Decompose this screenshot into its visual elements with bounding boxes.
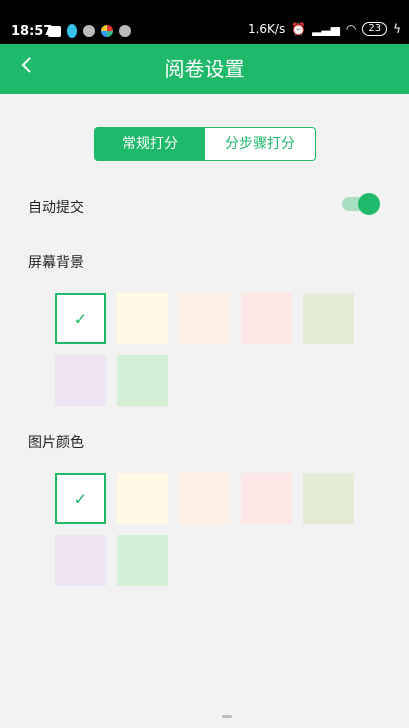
screen-bg-swatch-5[interactable] bbox=[303, 293, 354, 344]
screen-bg-swatch-1[interactable]: ✓ bbox=[55, 293, 106, 344]
screen-bg-swatch-7[interactable] bbox=[117, 355, 168, 406]
image-color-swatch-5[interactable] bbox=[303, 473, 354, 524]
battery-level: 23 bbox=[362, 22, 388, 36]
tab-regular-scoring[interactable]: 常规打分 bbox=[95, 128, 205, 160]
notification-icons bbox=[48, 24, 131, 38]
screen-bg-swatch-3[interactable] bbox=[179, 293, 230, 344]
app-drop-icon bbox=[67, 24, 77, 38]
message-icon bbox=[48, 25, 61, 37]
status-bar: 18:57 1.6K/s ⏰ ▂▃▅ ◠ 23 ϟ bbox=[0, 0, 409, 44]
image-color-swatch-3[interactable] bbox=[179, 473, 230, 524]
tab-step-scoring[interactable]: 分步骤打分 bbox=[205, 128, 315, 160]
screen-bg-label: 屏幕背景 bbox=[28, 255, 84, 271]
image-color-swatch-1[interactable]: ✓ bbox=[55, 473, 106, 524]
screen-bg-swatch-6[interactable] bbox=[55, 355, 106, 406]
app-circle-icon bbox=[83, 25, 95, 37]
status-right: 1.6K/s ⏰ ▂▃▅ ◠ 23 ϟ bbox=[248, 22, 401, 36]
header-bar: 阅卷设置 bbox=[0, 44, 409, 94]
toggle-knob bbox=[358, 193, 380, 215]
check-icon: ✓ bbox=[73, 489, 88, 508]
charging-icon: ϟ bbox=[393, 22, 401, 36]
app-multicolor-icon bbox=[101, 25, 113, 37]
image-color-label: 图片颜色 bbox=[28, 435, 84, 451]
network-speed: 1.6K/s bbox=[247, 22, 286, 36]
home-indicator bbox=[222, 715, 232, 718]
image-color-swatch-2[interactable] bbox=[117, 473, 168, 524]
image-color-swatch-7[interactable] bbox=[117, 535, 168, 586]
alarm-icon: ⏰ bbox=[291, 22, 307, 36]
wifi-icon: ◠ bbox=[345, 22, 357, 36]
screen-bg-swatch-2[interactable] bbox=[117, 293, 168, 344]
image-color-swatch-4[interactable] bbox=[241, 473, 292, 524]
screen-bg-swatch-4[interactable] bbox=[241, 293, 292, 344]
auto-submit-toggle[interactable] bbox=[342, 193, 380, 215]
signal-icon: ▂▃▅ bbox=[312, 22, 340, 36]
auto-submit-label: 自动提交 bbox=[28, 200, 84, 216]
status-time: 18:57 bbox=[11, 24, 53, 39]
app-circle-icon-2 bbox=[119, 25, 131, 37]
check-icon: ✓ bbox=[73, 309, 88, 328]
image-color-swatch-6[interactable] bbox=[55, 535, 106, 586]
scoring-mode-segment: 常规打分 分步骤打分 bbox=[94, 127, 316, 161]
page-title: 阅卷设置 bbox=[164, 57, 245, 81]
